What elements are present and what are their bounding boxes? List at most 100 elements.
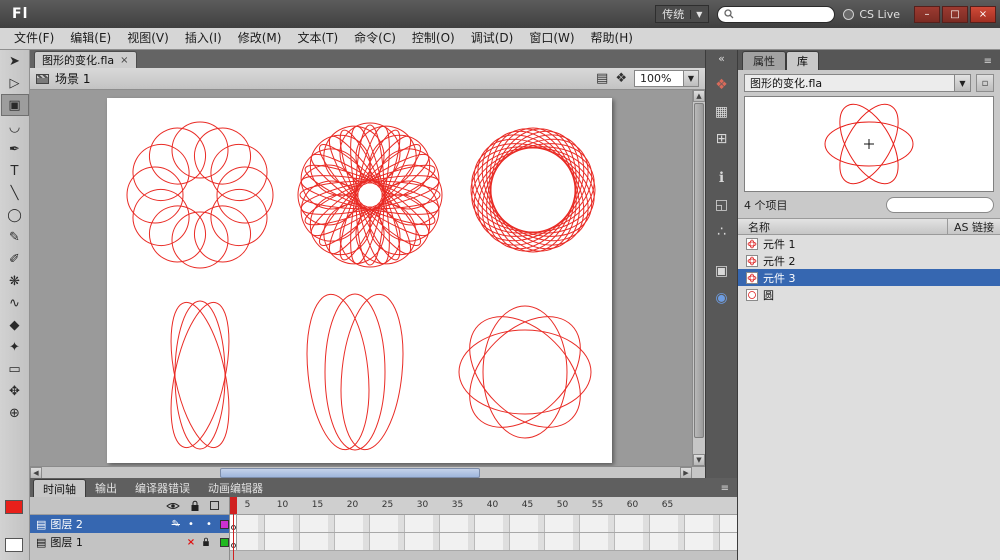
line-tool[interactable]: ╲ (1, 182, 29, 204)
column-as-linkage[interactable]: AS 链接 (946, 218, 1000, 235)
layer-name[interactable]: 图层 2 (50, 516, 167, 532)
list-item[interactable]: 圆 (738, 286, 1000, 303)
zoom-tool[interactable]: ⊕ (1, 402, 29, 424)
panel-menu-icon[interactable]: ≡ (721, 483, 737, 497)
pencil-tool[interactable]: ✎ (1, 226, 29, 248)
menu-file[interactable]: 文件(F) (6, 28, 62, 49)
panel-menu-icon[interactable]: ≡ (984, 56, 1000, 70)
deco-tool[interactable]: ❋ (1, 270, 29, 292)
tab-library[interactable]: 库 (786, 51, 819, 70)
cs-live-button[interactable]: CS Live (843, 8, 900, 21)
text-tool[interactable]: T (1, 160, 29, 182)
menu-help[interactable]: 帮助(H) (583, 28, 641, 49)
horizontal-scroll-thumb[interactable] (220, 468, 480, 478)
tab-motion-editor[interactable]: 动画编辑器 (199, 479, 272, 497)
menu-insert[interactable]: 插入(I) (177, 28, 230, 49)
layer-outline-color[interactable] (220, 519, 229, 529)
restore-button[interactable]: □ (942, 5, 968, 23)
chevron-down-icon[interactable]: ▼ (954, 75, 970, 91)
frame-ruler[interactable]: 5 10 15 20 25 30 35 40 45 50 55 60 65 (230, 497, 737, 515)
scroll-up-icon[interactable]: ▲ (693, 90, 705, 102)
paint-bucket-tool[interactable]: ◆ (1, 314, 29, 336)
menu-commands[interactable]: 命令(C) (346, 28, 404, 49)
subselection-tool[interactable]: ▷ (1, 72, 29, 94)
layer-outline-color[interactable] (220, 537, 229, 547)
menu-edit[interactable]: 编辑(E) (62, 28, 119, 49)
canvas-pasteboard[interactable]: ▲ ▼ (30, 90, 705, 466)
lasso-tool[interactable]: ◡ (1, 116, 29, 138)
edit-scene-icon[interactable]: ▤ (596, 71, 608, 86)
chevron-down-icon[interactable]: ▼ (683, 71, 698, 86)
menu-control[interactable]: 控制(O) (404, 28, 463, 49)
bone-tool[interactable]: ∿ (1, 292, 29, 314)
playhead[interactable] (230, 497, 237, 514)
web-panel-icon[interactable]: ◉ (710, 286, 734, 310)
transform-panel-icon[interactable]: ◱ (710, 193, 734, 217)
code-snippets-panel-icon[interactable]: ∴ (710, 220, 734, 244)
list-item-selected[interactable]: 元件 3 (738, 269, 1000, 286)
swatches-panel-icon[interactable]: ▦ (710, 100, 734, 124)
show-hide-eye-icon[interactable] (166, 501, 180, 511)
stroke-color-swatch[interactable] (5, 500, 23, 514)
selection-tool[interactable]: ➤ (1, 50, 29, 72)
info-panel-icon[interactable]: ℹ (710, 166, 734, 190)
menu-window[interactable]: 窗口(W) (521, 28, 582, 49)
minimize-button[interactable]: – (914, 5, 940, 23)
pen-tool[interactable]: ✒ (1, 138, 29, 160)
layer-frames-row[interactable] (230, 533, 737, 551)
layer-row-1[interactable]: ▤ 图层 1 × (30, 533, 229, 551)
zoom-combo[interactable]: 100% ▼ (634, 70, 699, 87)
layer-lock-dot[interactable] (202, 537, 216, 547)
layer-visibility-dot[interactable]: • (184, 519, 198, 530)
library-search-box[interactable] (886, 197, 1000, 213)
scroll-down-icon[interactable]: ▼ (693, 454, 705, 466)
brush-tool[interactable]: ✐ (1, 248, 29, 270)
layer-page-icon: ▤ (36, 535, 47, 549)
horizontal-scrollbar[interactable]: ◀ ▶ (30, 466, 705, 479)
column-name[interactable]: 名称 (738, 219, 947, 235)
stage[interactable] (107, 98, 612, 463)
tab-output[interactable]: 输出 (86, 479, 126, 497)
help-search-input[interactable] (738, 7, 825, 21)
outline-view-icon[interactable] (210, 501, 219, 510)
layer-hidden-x-icon[interactable]: × (184, 537, 198, 548)
menu-view[interactable]: 视图(V) (119, 28, 177, 49)
expand-panels-icon[interactable]: « (718, 52, 725, 65)
free-transform-tool[interactable]: ▣ (0, 94, 29, 116)
tab-timeline[interactable]: 时间轴 (33, 479, 86, 497)
menu-debug[interactable]: 调试(D) (463, 28, 522, 49)
layer-name[interactable]: 图层 1 (50, 534, 180, 550)
color-panel-icon[interactable]: ❖ (710, 73, 734, 97)
lock-icon[interactable] (190, 500, 200, 512)
components-panel-icon[interactable]: ▣ (710, 259, 734, 283)
menu-text[interactable]: 文本(T) (289, 28, 346, 49)
close-button[interactable]: × (970, 5, 996, 23)
list-item[interactable]: 元件 1 (738, 235, 1000, 252)
timeline-frames-area[interactable]: 5 10 15 20 25 30 35 40 45 50 55 60 65 (230, 497, 737, 560)
layer-row-2[interactable]: ▤ 图层 2 ✎ • • (30, 515, 229, 533)
eraser-tool[interactable]: ▭ (1, 358, 29, 380)
scene-label[interactable]: 场景 1 (55, 70, 90, 87)
layer-frames-row[interactable] (230, 515, 737, 533)
workspace-switcher[interactable]: 传统 ▼ (655, 5, 710, 23)
oval-tool[interactable]: ◯ (1, 204, 29, 226)
fill-color-swatch[interactable] (5, 538, 23, 552)
vertical-scrollbar[interactable]: ▲ ▼ (692, 90, 705, 466)
registration-point-icon (864, 139, 874, 149)
tab-compiler-errors[interactable]: 编译器错误 (126, 479, 199, 497)
hand-tool[interactable]: ✥ (1, 380, 29, 402)
document-tab[interactable]: 图形的变化.fla × (34, 51, 137, 68)
list-item[interactable]: 元件 2 (738, 252, 1000, 269)
tab-properties[interactable]: 属性 (742, 51, 786, 70)
library-document-select[interactable]: 图形的变化.fla ▼ (744, 74, 971, 92)
align-panel-icon[interactable]: ⊞ (710, 127, 734, 151)
eyedropper-tool[interactable]: ✦ (1, 336, 29, 358)
layer-lock-dot[interactable]: • (202, 519, 216, 530)
pin-library-icon[interactable]: ▫ (976, 74, 994, 92)
help-search-box[interactable] (717, 5, 836, 23)
library-search-input[interactable] (896, 199, 1000, 211)
menu-modify[interactable]: 修改(M) (230, 28, 290, 49)
edit-symbol-icon[interactable]: ❖ (615, 71, 627, 86)
vertical-scroll-thumb[interactable] (694, 103, 704, 438)
close-icon[interactable]: × (120, 55, 128, 66)
